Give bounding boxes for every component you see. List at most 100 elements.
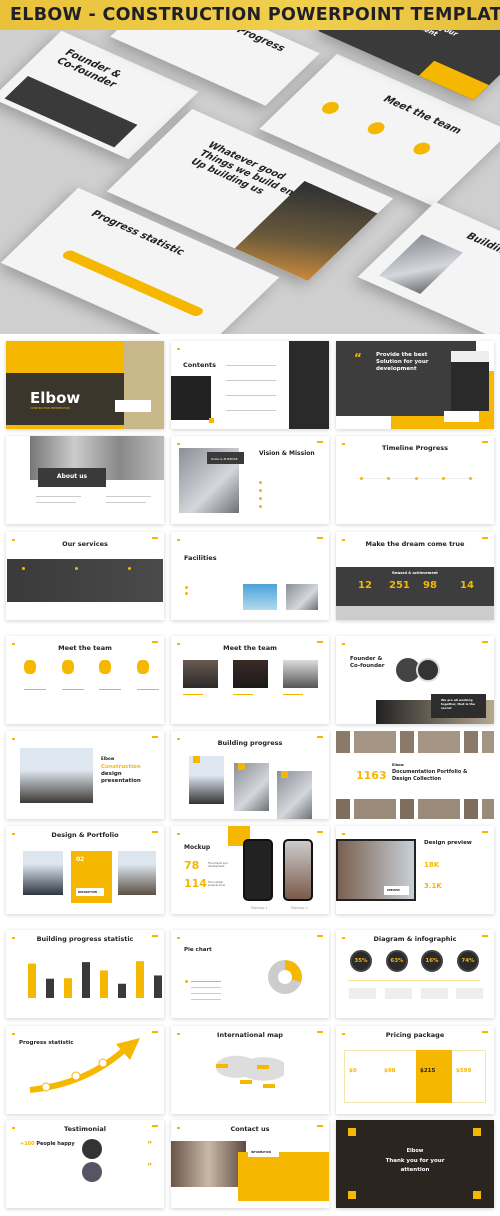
percent-circle: 74% xyxy=(457,950,479,972)
banner-header: ELBOW - CONSTRUCTION POWERPOINT TEMPLATE xyxy=(0,0,500,30)
slide-testimonial[interactable]: Testimonial +100 People happy ” ” xyxy=(6,1120,164,1208)
slide-portfolio[interactable]: Design & Portfolio 02 DESCRIPTION xyxy=(6,826,164,914)
stat-value: 251 xyxy=(389,580,410,591)
donut-chart xyxy=(268,960,302,994)
phone-mockup xyxy=(283,839,313,901)
pie-chart-title: Pie chart xyxy=(184,947,212,953)
mockup-label: The number projects done xyxy=(208,881,226,887)
testimonial-headline: +100 People happy xyxy=(20,1141,75,1147)
avatar xyxy=(82,1162,102,1182)
slide-thanks[interactable]: Elbow Thank you for your attention xyxy=(336,1120,494,1208)
price: $215 xyxy=(420,1068,436,1074)
price: $0 xyxy=(349,1068,357,1074)
slide-founder[interactable]: Founder & Co-founder We are all working … xyxy=(336,636,494,724)
slide-provide[interactable]: “ Provide the best Solution for your dev… xyxy=(336,341,494,429)
slide-documentation[interactable]: 1163 Elbow Documentation Portfolio & Des… xyxy=(336,731,494,819)
about-title: About us xyxy=(56,473,88,480)
slide-dream[interactable]: Make the dream come true Reward & achiev… xyxy=(336,532,494,620)
cover-subtitle: CONSTRUCTION PRESENTATION xyxy=(30,407,70,410)
percent-circle: 16% xyxy=(421,950,443,972)
bar xyxy=(46,978,54,998)
documentation-brand: Elbow xyxy=(392,763,404,767)
vision-badge: GOAL & PURPOSE xyxy=(211,457,238,461)
price: $599 xyxy=(456,1068,472,1074)
slide-contact[interactable]: Contact us INFORMATION xyxy=(171,1120,329,1208)
avatar xyxy=(82,1139,102,1159)
slide-timeline[interactable]: Timeline Progress xyxy=(336,436,494,524)
hero-slide-building: Building pro xyxy=(357,202,500,334)
construction-title: Construction design presentation xyxy=(101,764,141,785)
thanks-brand: Elbow xyxy=(406,1148,424,1154)
stat-value: 14 xyxy=(460,580,474,591)
services-title: Our services xyxy=(62,540,108,548)
slide-vision[interactable]: GOAL & PURPOSE Vision & Mission xyxy=(171,436,329,524)
bar xyxy=(118,983,126,998)
quote-icon: “ xyxy=(354,351,362,365)
bar-chart xyxy=(28,961,162,998)
mockup-caption: Mockup 2 xyxy=(291,906,308,910)
cover-brand: Elbow xyxy=(30,389,81,407)
portfolio-number: 02 xyxy=(76,856,85,863)
mockup-stat: 114 xyxy=(184,877,207,890)
slide-team-1[interactable]: Meet the team xyxy=(6,636,164,724)
preview-title: Design preview xyxy=(424,840,472,846)
facilities-title: Facilities xyxy=(184,554,217,562)
percent-circle: 35% xyxy=(350,950,372,972)
pricing-title: Pricing package xyxy=(385,1031,445,1039)
slide-pricing[interactable]: Pricing package $0 $98 $215 $599 xyxy=(336,1026,494,1114)
timeline-title: Timeline Progress xyxy=(381,444,449,452)
slide-team-2[interactable]: Meet the team xyxy=(171,636,329,724)
bar xyxy=(136,961,144,998)
page-title: ELBOW - CONSTRUCTION POWERPOINT TEMPLATE xyxy=(10,5,500,25)
cover-button[interactable] xyxy=(115,400,151,412)
preview-stat: 18K xyxy=(424,861,440,869)
bar xyxy=(64,978,72,998)
slide-mockup[interactable]: Mockup 78 114 The project and developmen… xyxy=(171,826,329,914)
portfolio-button[interactable]: DESCRIPTION xyxy=(76,888,104,896)
mockup-title: Mockup xyxy=(184,844,211,851)
team-title: Meet the team xyxy=(58,644,112,652)
phone-mockup xyxy=(243,839,273,901)
provide-button[interactable] xyxy=(444,411,479,422)
price: $98 xyxy=(384,1068,396,1074)
testimonial-title: Testimonial xyxy=(64,1125,106,1133)
preview-stat: 3.1K xyxy=(424,882,442,890)
slide-preview[interactable]: PREVIEW Design preview 18K 3.1K xyxy=(336,826,494,914)
slide-building[interactable]: Building progress xyxy=(171,731,329,819)
slide-contents[interactable]: Contents xyxy=(171,341,329,429)
vision-title: Vision & Mission xyxy=(259,450,315,457)
preview-button[interactable]: PREVIEW xyxy=(384,886,409,895)
slide-construction[interactable]: Elbow Construction design presentation xyxy=(6,731,164,819)
construction-brand: Elbow xyxy=(101,756,115,761)
diagram-title: Diagram & infographic xyxy=(373,935,457,943)
slide-diagram[interactable]: Diagram & infographic 35% 63% 16% 74% xyxy=(336,930,494,1018)
slide-bar-chart[interactable]: Building progress statistic xyxy=(6,930,164,1018)
stat-value: 12 xyxy=(358,580,372,591)
quote-icon: ” xyxy=(147,1140,153,1149)
slide-facilities[interactable]: Facilities xyxy=(171,532,329,620)
hero-building-title: Building pro xyxy=(463,231,500,267)
provide-title: Provide the best Solution for your devel… xyxy=(376,352,429,373)
documentation-title: Documentation Portfolio & Design Collect… xyxy=(392,769,468,782)
dream-banner: Reward & achievement xyxy=(392,571,438,575)
quote-icon: ” xyxy=(147,1162,153,1171)
team-title: Meet the team xyxy=(223,644,277,652)
slide-services[interactable]: Our services xyxy=(6,532,164,620)
slide-progress[interactable]: Progress statistic xyxy=(6,1026,164,1114)
progress-arrow-icon xyxy=(29,1038,140,1093)
bar xyxy=(100,970,108,998)
founder-title: Founder & Co-founder xyxy=(350,656,385,669)
slide-map[interactable]: International map xyxy=(171,1026,329,1114)
stat-value: 98 xyxy=(423,580,437,591)
map-title: International map xyxy=(217,1031,283,1039)
contact-title: Contact us xyxy=(230,1125,270,1133)
hero-team-title: Meet the team xyxy=(380,94,465,137)
mockup-caption: Mockup 1 xyxy=(251,906,268,910)
founder-quote: We are all working together, that is the… xyxy=(441,698,476,710)
slide-pie-chart[interactable]: Pie chart xyxy=(171,930,329,1018)
mockup-stat: 78 xyxy=(184,859,200,872)
slide-about[interactable]: About us xyxy=(6,436,164,524)
bar xyxy=(154,975,162,998)
slide-cover[interactable]: Elbow CONSTRUCTION PRESENTATION xyxy=(6,341,164,429)
hero-provide-title: Provide the best Solution for your devel… xyxy=(387,30,497,57)
